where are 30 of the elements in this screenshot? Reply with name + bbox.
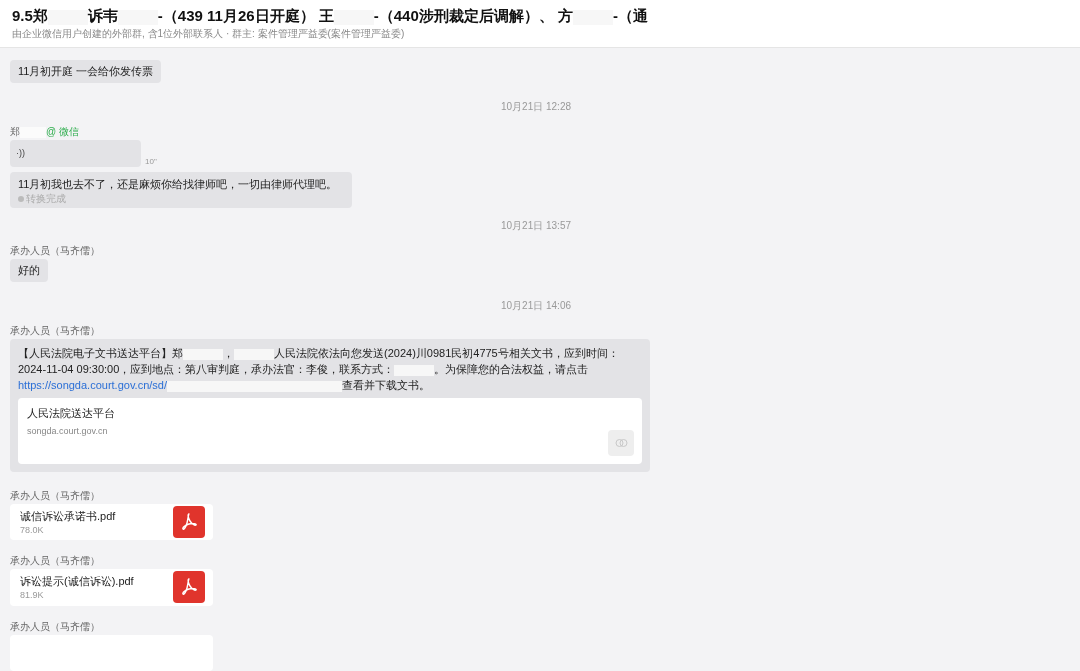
file-card[interactable]: 诉讼提示(诚信诉讼).pdf 81.9K	[10, 569, 213, 606]
message-time: 10月21日 13:57	[500, 220, 572, 232]
sender-name: 郑	[10, 125, 20, 139]
voice-duration: 10"	[145, 157, 157, 167]
link-card[interactable]: 人民法院送达平台 songda.court.gov.cn	[18, 398, 642, 464]
sender-name: 承办人员（马齐儒）	[10, 324, 100, 338]
link-icon	[608, 430, 634, 456]
sender-name: 承办人员（马齐儒）	[10, 489, 100, 503]
chat-title: 9.5郑 诉韦 -（439 11月26日开庭） 王 -（440涉刑裁定后调解）、 方 -（通	[12, 6, 649, 26]
message-bubble: 11月初开庭 一会给你发传票	[10, 60, 162, 83]
file-name: 诚信诉讼承诺书.pdf	[20, 508, 116, 524]
sender-name: 承办人员（马齐儒）	[10, 619, 100, 634]
pdf-icon	[173, 571, 205, 604]
sender-name: 承办人员（马齐儒）	[10, 244, 100, 258]
sender-name: 承办人员（马齐儒）	[10, 554, 100, 569]
link-card-title: 人民法院送达平台	[27, 406, 116, 421]
file-name: 诉讼提示(诚信诉讼).pdf	[20, 574, 134, 589]
message-time: 10月21日 12:28	[500, 101, 572, 113]
pdf-icon	[173, 506, 205, 539]
file-size: 81.9K	[20, 589, 45, 601]
message-time: 10月21日 14:06	[500, 300, 572, 312]
chat-subtitle: 由企业微信用户创建的外部群, 含1位外部联系人 · 群主: 案件管理严益委(案件管理严益委)	[12, 27, 406, 41]
transcript-text: 11月初我也去不了，还是麻烦你给找律师吧，一切由律师代理吧。	[18, 177, 339, 192]
file-size: 78.0K	[20, 523, 45, 536]
message-text: 【人民法院电子文书送达平台】郑 ， 人民法院依法向您发送(2024)川0981民初4775号相关文书，应到时间：2024-11-04 09:30:00，应到地点：第八审判庭，承办法官：李俊，联系方式： 。为保障您的合法权益，请点击 https://songda.court.gov.cn/sd/ 查看并下载文书。	[18, 346, 620, 393]
link-card-domain: songda.court.gov.cn	[27, 425, 109, 438]
file-card[interactable]: 诚信诉讼承诺书.pdf 78.0K	[10, 504, 213, 541]
message-bubble: 好的	[10, 259, 48, 282]
sender-tag: @ 微信	[46, 125, 79, 139]
voice-message[interactable]: ·))	[10, 140, 141, 167]
